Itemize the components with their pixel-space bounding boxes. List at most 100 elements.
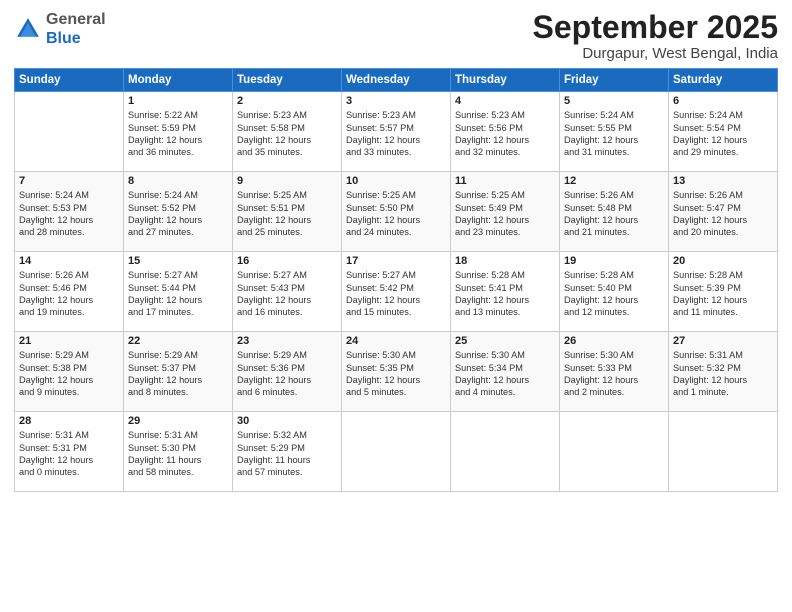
day-number: 26	[564, 335, 664, 347]
day-info-line: Sunrise: 5:30 AM	[346, 349, 446, 361]
day-info-line: Sunrise: 5:30 AM	[455, 349, 555, 361]
day-info-line: Daylight: 12 hours	[128, 214, 228, 226]
day-info-line: Daylight: 12 hours	[19, 454, 119, 466]
calendar-cell: 27Sunrise: 5:31 AMSunset: 5:32 PMDayligh…	[669, 332, 778, 412]
day-header-friday: Friday	[560, 69, 669, 92]
day-header-saturday: Saturday	[669, 69, 778, 92]
day-info-line: Sunset: 5:37 PM	[128, 362, 228, 374]
calendar-cell: 7Sunrise: 5:24 AMSunset: 5:53 PMDaylight…	[15, 172, 124, 252]
day-info-line: Daylight: 12 hours	[673, 214, 773, 226]
day-info-line: and 21 minutes.	[564, 226, 664, 238]
calendar-header: SundayMondayTuesdayWednesdayThursdayFrid…	[15, 69, 778, 92]
calendar-cell	[669, 412, 778, 492]
day-info-line: and 0 minutes.	[19, 466, 119, 478]
day-info-line: Sunrise: 5:23 AM	[455, 109, 555, 121]
day-info-line: and 20 minutes.	[673, 226, 773, 238]
week-row-4: 21Sunrise: 5:29 AMSunset: 5:38 PMDayligh…	[15, 332, 778, 412]
day-info-line: and 1 minute.	[673, 386, 773, 398]
day-number: 24	[346, 335, 446, 347]
day-info-line: Sunset: 5:31 PM	[19, 442, 119, 454]
calendar-cell: 3Sunrise: 5:23 AMSunset: 5:57 PMDaylight…	[342, 92, 451, 172]
day-info-line: Daylight: 12 hours	[237, 294, 337, 306]
day-info-line: and 35 minutes.	[237, 146, 337, 158]
day-number: 10	[346, 175, 446, 187]
day-info-line: Daylight: 12 hours	[564, 294, 664, 306]
day-info-line: and 32 minutes.	[455, 146, 555, 158]
day-info-line: and 9 minutes.	[19, 386, 119, 398]
day-number: 1	[128, 95, 228, 107]
day-info-line: Sunset: 5:52 PM	[128, 202, 228, 214]
day-info-line: Daylight: 12 hours	[673, 134, 773, 146]
calendar-cell: 19Sunrise: 5:28 AMSunset: 5:40 PMDayligh…	[560, 252, 669, 332]
day-info-line: and 13 minutes.	[455, 306, 555, 318]
calendar-cell	[342, 412, 451, 492]
day-number: 20	[673, 255, 773, 267]
calendar-cell	[451, 412, 560, 492]
day-info-line: Sunset: 5:54 PM	[673, 122, 773, 134]
day-info-line: and 25 minutes.	[237, 226, 337, 238]
day-header-sunday: Sunday	[15, 69, 124, 92]
day-info-line: Sunset: 5:58 PM	[237, 122, 337, 134]
header-row: SundayMondayTuesdayWednesdayThursdayFrid…	[15, 69, 778, 92]
day-info-line: Sunset: 5:44 PM	[128, 282, 228, 294]
day-number: 4	[455, 95, 555, 107]
day-info-line: and 16 minutes.	[237, 306, 337, 318]
day-info-line: Sunrise: 5:30 AM	[564, 349, 664, 361]
day-info-line: Sunset: 5:38 PM	[19, 362, 119, 374]
day-info-line: and 29 minutes.	[673, 146, 773, 158]
day-number: 13	[673, 175, 773, 187]
calendar-cell: 18Sunrise: 5:28 AMSunset: 5:41 PMDayligh…	[451, 252, 560, 332]
title-block: September 2025 Durgapur, West Bengal, In…	[533, 10, 778, 62]
day-header-tuesday: Tuesday	[233, 69, 342, 92]
day-info-line: and 8 minutes.	[128, 386, 228, 398]
calendar-cell: 29Sunrise: 5:31 AMSunset: 5:30 PMDayligh…	[124, 412, 233, 492]
day-info-line: Daylight: 11 hours	[237, 454, 337, 466]
day-info-line: Sunset: 5:35 PM	[346, 362, 446, 374]
calendar-cell: 25Sunrise: 5:30 AMSunset: 5:34 PMDayligh…	[451, 332, 560, 412]
day-info-line: and 4 minutes.	[455, 386, 555, 398]
day-number: 12	[564, 175, 664, 187]
day-info-line: Sunrise: 5:31 AM	[19, 429, 119, 441]
day-info-line: Daylight: 12 hours	[455, 294, 555, 306]
day-info-line: Sunrise: 5:31 AM	[128, 429, 228, 441]
day-info-line: Sunrise: 5:31 AM	[673, 349, 773, 361]
day-number: 23	[237, 335, 337, 347]
day-info-line: Sunrise: 5:26 AM	[673, 189, 773, 201]
day-info-line: Sunrise: 5:29 AM	[19, 349, 119, 361]
week-row-5: 28Sunrise: 5:31 AMSunset: 5:31 PMDayligh…	[15, 412, 778, 492]
day-info-line: and 31 minutes.	[564, 146, 664, 158]
day-header-wednesday: Wednesday	[342, 69, 451, 92]
calendar-cell: 16Sunrise: 5:27 AMSunset: 5:43 PMDayligh…	[233, 252, 342, 332]
day-info-line: Sunrise: 5:24 AM	[564, 109, 664, 121]
day-number: 29	[128, 415, 228, 427]
day-info-line: Sunrise: 5:25 AM	[346, 189, 446, 201]
day-number: 22	[128, 335, 228, 347]
day-number: 15	[128, 255, 228, 267]
day-info-line: Sunrise: 5:27 AM	[128, 269, 228, 281]
day-number: 28	[19, 415, 119, 427]
calendar-cell: 10Sunrise: 5:25 AMSunset: 5:50 PMDayligh…	[342, 172, 451, 252]
day-info-line: Daylight: 12 hours	[237, 134, 337, 146]
day-info-line: Sunrise: 5:26 AM	[564, 189, 664, 201]
calendar-cell: 21Sunrise: 5:29 AMSunset: 5:38 PMDayligh…	[15, 332, 124, 412]
day-info-line: Sunset: 5:32 PM	[673, 362, 773, 374]
day-info-line: Daylight: 12 hours	[19, 294, 119, 306]
day-info-line: and 58 minutes.	[128, 466, 228, 478]
calendar-cell: 28 Sunrise: 5:31 AMSunset: 5:31 PMDayligh…	[15, 412, 124, 492]
day-info-line: Sunrise: 5:28 AM	[673, 269, 773, 281]
day-info-line: Sunset: 5:34 PM	[455, 362, 555, 374]
day-info-line: Sunrise: 5:28 AM	[564, 269, 664, 281]
day-info-line: Sunset: 5:53 PM	[19, 202, 119, 214]
day-info-line: Sunset: 5:46 PM	[19, 282, 119, 294]
location: Durgapur, West Bengal, India	[533, 45, 778, 62]
calendar-cell: 26Sunrise: 5:30 AMSunset: 5:33 PMDayligh…	[560, 332, 669, 412]
day-info-line: Sunrise: 5:22 AM	[128, 109, 228, 121]
logo-blue-text: Blue	[46, 30, 81, 47]
day-number: 6	[673, 95, 773, 107]
page-container: General Blue September 2025 Durgapur, We…	[0, 0, 792, 612]
day-info-line: Daylight: 12 hours	[346, 134, 446, 146]
month-title: September 2025	[533, 10, 778, 45]
day-info-line: Daylight: 12 hours	[237, 214, 337, 226]
day-info-line: Sunset: 5:50 PM	[346, 202, 446, 214]
day-info-line: Sunset: 5:51 PM	[237, 202, 337, 214]
